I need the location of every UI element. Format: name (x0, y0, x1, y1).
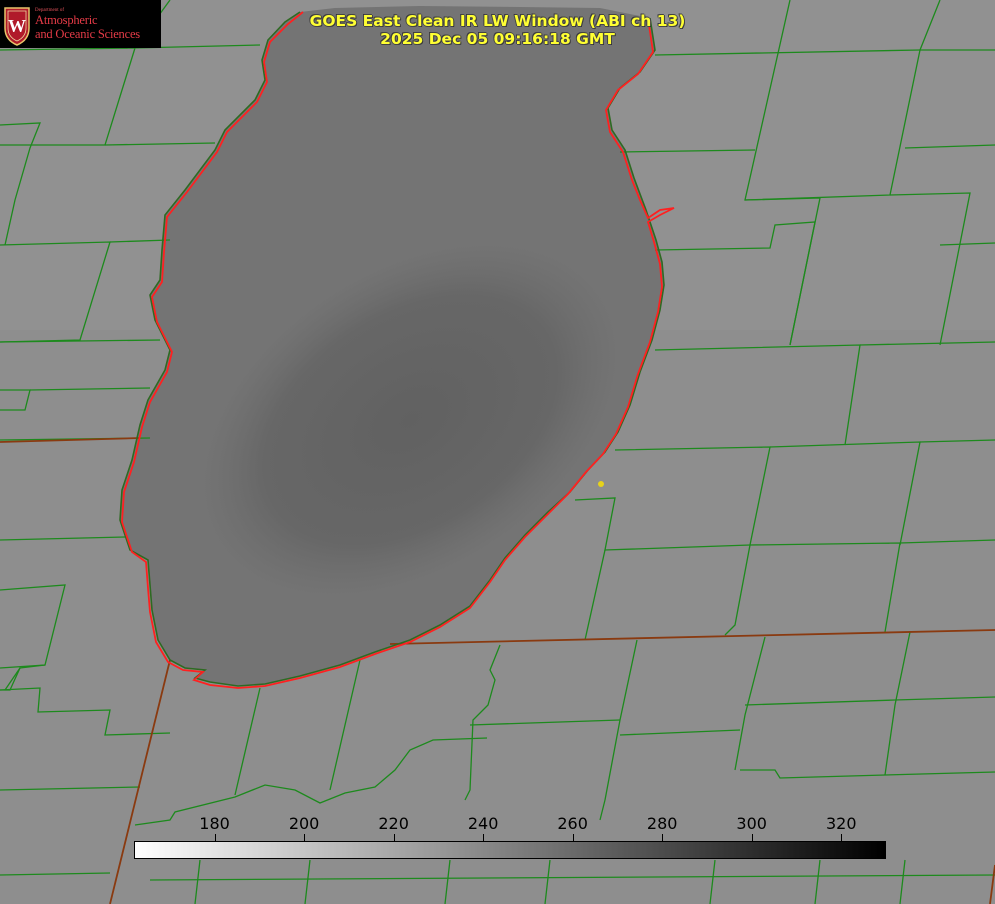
colorbar (134, 841, 886, 859)
colorbar-tick-label: 200 (288, 814, 320, 833)
colorbar-tick-label: 180 (199, 814, 230, 833)
colorbar-tick-mark (573, 834, 574, 841)
colorbar-labels: 180 200 220 240 260 280 300 320 (0, 814, 995, 834)
colorbar-tick-label: 300 (736, 814, 767, 833)
station-marker (598, 481, 604, 487)
colorbar-tick-label: 220 (378, 814, 409, 833)
colorbar-tick-label: 320 (825, 814, 857, 833)
colorbar-tick-mark (841, 834, 842, 841)
colorbar-tick-mark (394, 834, 395, 841)
image-timestamp: 2025 Dec 05 09:16:18 GMT (380, 30, 615, 48)
satellite-map (0, 0, 995, 904)
colorbar-tick-mark (662, 834, 663, 841)
colorbar-tick-label: 280 (646, 814, 678, 833)
colorbar-tick-mark (215, 834, 216, 841)
satellite-image-view: W Department of Atmospheric and Oceanic … (0, 0, 995, 904)
image-title: GOES East Clean IR LW Window (ABI ch 13) (309, 12, 686, 30)
colorbar-tick-label: 240 (467, 814, 499, 833)
colorbar-tick-mark (483, 834, 484, 841)
colorbar-tick-label: 260 (557, 814, 588, 833)
colorbar-tick-mark (752, 834, 753, 841)
colorbar-tick-mark (304, 834, 305, 841)
